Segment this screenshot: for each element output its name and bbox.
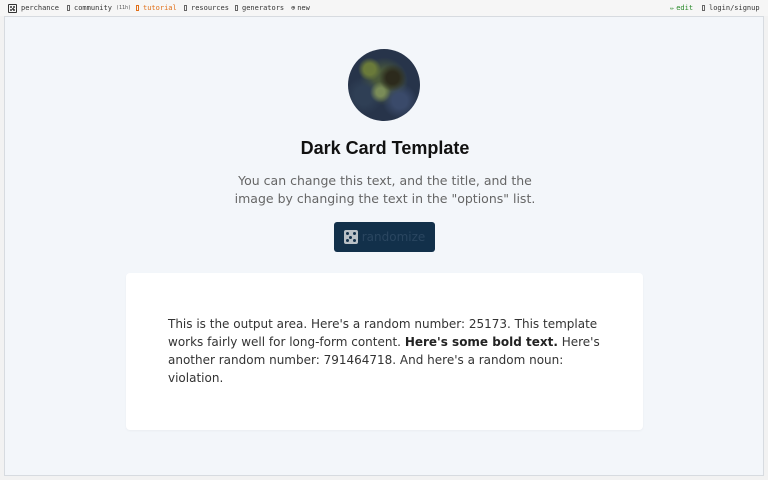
card-description: You can change this text, and the title,… (234, 173, 536, 206)
community-icon (67, 5, 70, 11)
output-text: This is the output area. Here's a random… (168, 315, 608, 387)
randomize-button[interactable]: randomize (334, 222, 435, 252)
nav-perchance-label: perchance (21, 4, 59, 12)
output-bold-text: Here's some bold text. (404, 335, 558, 349)
card-avatar-image (348, 49, 420, 121)
dice-icon (8, 3, 17, 13)
nav-edit[interactable]: ✏ edit (670, 3, 693, 13)
nav-perchance[interactable]: perchance (8, 3, 59, 13)
nav-resources-label: resources (191, 4, 229, 12)
nav-community-label: community (74, 4, 112, 12)
login-icon (702, 5, 705, 11)
top-nav-bar: perchance community (11h) tutorial resou… (0, 0, 768, 16)
pencil-icon: ✏ (670, 4, 675, 12)
nav-tutorial-label: tutorial (143, 4, 177, 12)
dice-icon (343, 230, 358, 244)
nav-new[interactable]: ⊕ new (291, 3, 310, 13)
nav-edit-label: edit (676, 4, 694, 12)
nav-resources[interactable]: resources (184, 3, 229, 13)
randomize-button-label: randomize (361, 230, 426, 244)
generators-icon (235, 5, 238, 11)
card-title: Dark Card Template (300, 138, 470, 158)
nav-generators-label: generators (242, 4, 285, 12)
nav-login-label: login/signup (709, 4, 760, 12)
resources-icon (184, 5, 187, 11)
plus-circle-icon: ⊕ (291, 4, 296, 12)
nav-tutorial[interactable]: tutorial (136, 3, 177, 13)
nav-login[interactable]: login/signup (702, 3, 760, 13)
nav-community[interactable]: community (11h) (67, 3, 131, 13)
nav-community-count: (11h) (115, 5, 131, 11)
generator-frame: Dark Card Template You can change this t… (4, 16, 764, 476)
tutorial-icon (136, 5, 139, 11)
nav-generators[interactable]: generators (235, 3, 284, 13)
output-area: This is the output area. Here's a random… (126, 273, 643, 430)
nav-new-label: new (297, 4, 310, 12)
